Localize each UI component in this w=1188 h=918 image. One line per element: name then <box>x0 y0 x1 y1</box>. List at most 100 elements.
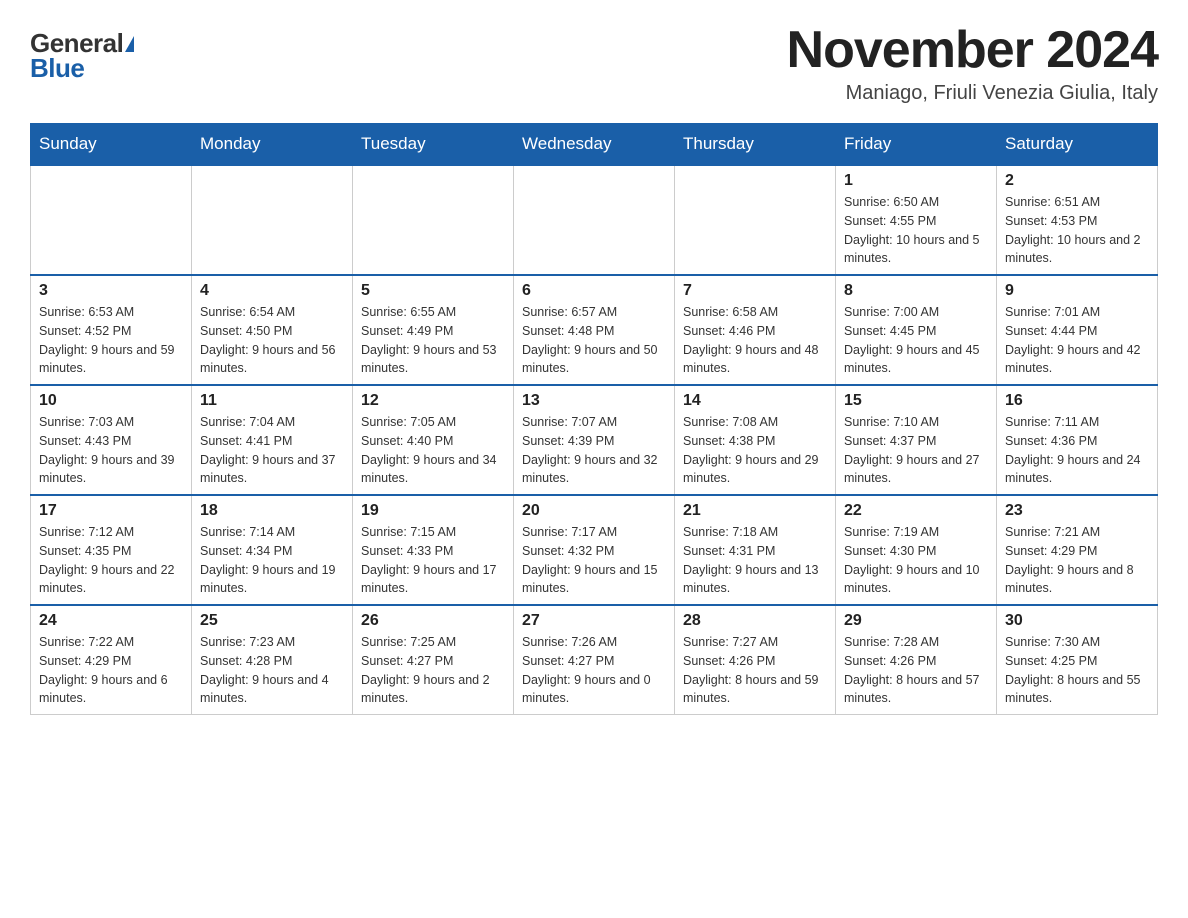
logo-triangle-icon <box>125 36 134 52</box>
day-cell <box>192 165 353 275</box>
day-cell: 18 Sunrise: 7:14 AM Sunset: 4:34 PM Dayli… <box>192 495 353 605</box>
day-number: 25 <box>200 612 344 630</box>
day-info: Sunrise: 6:58 AM Sunset: 4:46 PM Dayligh… <box>683 303 827 378</box>
day-cell: 30Sunrise: 7:30 AM Sunset: 4:25 PM Dayli… <box>997 605 1158 715</box>
day-number: 3 <box>39 282 183 300</box>
day-cell: 1 Sunrise: 6:50 AM Sunset: 4:55 PM Daylig… <box>836 165 997 275</box>
day-cell: 12Sunrise: 7:05 AM Sunset: 4:40 PM Dayli… <box>353 385 514 495</box>
day-info: Sunrise: 7:30 AM Sunset: 4:25 PM Dayligh… <box>1005 633 1149 708</box>
logo-blue-text: Blue <box>30 53 84 84</box>
day-number: 10 <box>39 392 183 410</box>
month-title: November 2024 <box>787 20 1158 80</box>
day-info: Sunrise: 7:12 AM Sunset: 4:35 PM Dayligh… <box>39 523 183 598</box>
day-cell: 26 Sunrise: 7:25 AM Sunset: 4:27 PM Dayli… <box>353 605 514 715</box>
day-info: Sunrise: 7:14 AM Sunset: 4:34 PM Dayligh… <box>200 523 344 598</box>
calendar-header: SundayMondayTuesdayWednesdayThursdayFrid… <box>31 124 1158 166</box>
day-number: 14 <box>683 392 827 410</box>
day-cell: 27 Sunrise: 7:26 AM Sunset: 4:27 PM Dayli… <box>514 605 675 715</box>
day-number: 22 <box>844 502 988 520</box>
day-number: 15 <box>844 392 988 410</box>
location-subtitle: Maniago, Friuli Venezia Giulia, Italy <box>787 82 1158 105</box>
day-cell: 7 Sunrise: 6:58 AM Sunset: 4:46 PM Daylig… <box>675 275 836 385</box>
column-header-sunday: Sunday <box>31 124 192 166</box>
week-row-5: 24 Sunrise: 7:22 AM Sunset: 4:29 PM Dayli… <box>31 605 1158 715</box>
day-cell: 24 Sunrise: 7:22 AM Sunset: 4:29 PM Dayli… <box>31 605 192 715</box>
day-info: Sunrise: 7:08 AM Sunset: 4:38 PM Dayligh… <box>683 413 827 488</box>
day-number: 6 <box>522 282 666 300</box>
day-cell <box>353 165 514 275</box>
week-row-3: 10 Sunrise: 7:03 AM Sunset: 4:43 PM Dayli… <box>31 385 1158 495</box>
day-number: 12 <box>361 392 505 410</box>
day-cell: 25Sunrise: 7:23 AM Sunset: 4:28 PM Dayli… <box>192 605 353 715</box>
day-number: 28 <box>683 612 827 630</box>
day-info: Sunrise: 7:03 AM Sunset: 4:43 PM Dayligh… <box>39 413 183 488</box>
day-number: 21 <box>683 502 827 520</box>
column-header-tuesday: Tuesday <box>353 124 514 166</box>
day-info: Sunrise: 7:04 AM Sunset: 4:41 PM Dayligh… <box>200 413 344 488</box>
day-number: 4 <box>200 282 344 300</box>
day-cell: 21 Sunrise: 7:18 AM Sunset: 4:31 PM Dayli… <box>675 495 836 605</box>
day-info: Sunrise: 6:51 AM Sunset: 4:53 PM Dayligh… <box>1005 193 1149 268</box>
day-number: 18 <box>200 502 344 520</box>
day-number: 1 <box>844 172 988 190</box>
day-number: 13 <box>522 392 666 410</box>
day-cell: 10 Sunrise: 7:03 AM Sunset: 4:43 PM Dayli… <box>31 385 192 495</box>
week-row-4: 17 Sunrise: 7:12 AM Sunset: 4:35 PM Dayli… <box>31 495 1158 605</box>
day-cell: 15 Sunrise: 7:10 AM Sunset: 4:37 PM Dayli… <box>836 385 997 495</box>
day-info: Sunrise: 6:57 AM Sunset: 4:48 PM Dayligh… <box>522 303 666 378</box>
day-info: Sunrise: 7:22 AM Sunset: 4:29 PM Dayligh… <box>39 633 183 708</box>
day-info: Sunrise: 6:50 AM Sunset: 4:55 PM Dayligh… <box>844 193 988 268</box>
day-cell: 8Sunrise: 7:00 AM Sunset: 4:45 PM Daylig… <box>836 275 997 385</box>
day-cell: 17 Sunrise: 7:12 AM Sunset: 4:35 PM Dayli… <box>31 495 192 605</box>
day-info: Sunrise: 7:27 AM Sunset: 4:26 PM Dayligh… <box>683 633 827 708</box>
day-number: 20 <box>522 502 666 520</box>
day-info: Sunrise: 6:55 AM Sunset: 4:49 PM Dayligh… <box>361 303 505 378</box>
week-row-2: 3 Sunrise: 6:53 AM Sunset: 4:52 PM Daylig… <box>31 275 1158 385</box>
day-info: Sunrise: 7:15 AM Sunset: 4:33 PM Dayligh… <box>361 523 505 598</box>
day-cell: 11Sunrise: 7:04 AM Sunset: 4:41 PM Dayli… <box>192 385 353 495</box>
column-header-thursday: Thursday <box>675 124 836 166</box>
day-cell: 3 Sunrise: 6:53 AM Sunset: 4:52 PM Daylig… <box>31 275 192 385</box>
day-cell <box>31 165 192 275</box>
day-number: 9 <box>1005 282 1149 300</box>
day-info: Sunrise: 7:21 AM Sunset: 4:29 PM Dayligh… <box>1005 523 1149 598</box>
column-header-saturday: Saturday <box>997 124 1158 166</box>
day-number: 5 <box>361 282 505 300</box>
day-number: 26 <box>361 612 505 630</box>
day-number: 27 <box>522 612 666 630</box>
calendar-body: 1 Sunrise: 6:50 AM Sunset: 4:55 PM Daylig… <box>31 165 1158 715</box>
day-info: Sunrise: 7:19 AM Sunset: 4:30 PM Dayligh… <box>844 523 988 598</box>
day-cell: 19 Sunrise: 7:15 AM Sunset: 4:33 PM Dayli… <box>353 495 514 605</box>
column-header-monday: Monday <box>192 124 353 166</box>
day-cell <box>675 165 836 275</box>
week-row-1: 1 Sunrise: 6:50 AM Sunset: 4:55 PM Daylig… <box>31 165 1158 275</box>
day-info: Sunrise: 7:10 AM Sunset: 4:37 PM Dayligh… <box>844 413 988 488</box>
day-cell: 23Sunrise: 7:21 AM Sunset: 4:29 PM Dayli… <box>997 495 1158 605</box>
day-info: Sunrise: 6:53 AM Sunset: 4:52 PM Dayligh… <box>39 303 183 378</box>
day-cell: 22 Sunrise: 7:19 AM Sunset: 4:30 PM Dayli… <box>836 495 997 605</box>
day-cell: 16Sunrise: 7:11 AM Sunset: 4:36 PM Dayli… <box>997 385 1158 495</box>
day-number: 17 <box>39 502 183 520</box>
day-number: 19 <box>361 502 505 520</box>
page-header: General Blue November 2024 Maniago, Friu… <box>30 20 1158 105</box>
day-number: 8 <box>844 282 988 300</box>
day-cell: 29Sunrise: 7:28 AM Sunset: 4:26 PM Dayli… <box>836 605 997 715</box>
day-number: 7 <box>683 282 827 300</box>
day-cell: 20 Sunrise: 7:17 AM Sunset: 4:32 PM Dayli… <box>514 495 675 605</box>
day-info: Sunrise: 7:18 AM Sunset: 4:31 PM Dayligh… <box>683 523 827 598</box>
day-cell <box>514 165 675 275</box>
day-info: Sunrise: 7:17 AM Sunset: 4:32 PM Dayligh… <box>522 523 666 598</box>
day-info: Sunrise: 7:26 AM Sunset: 4:27 PM Dayligh… <box>522 633 666 708</box>
day-number: 2 <box>1005 172 1149 190</box>
title-section: November 2024 Maniago, Friuli Venezia Gi… <box>787 20 1158 105</box>
column-header-friday: Friday <box>836 124 997 166</box>
day-info: Sunrise: 7:28 AM Sunset: 4:26 PM Dayligh… <box>844 633 988 708</box>
day-info: Sunrise: 7:25 AM Sunset: 4:27 PM Dayligh… <box>361 633 505 708</box>
day-number: 16 <box>1005 392 1149 410</box>
day-cell: 28 Sunrise: 7:27 AM Sunset: 4:26 PM Dayli… <box>675 605 836 715</box>
column-header-wednesday: Wednesday <box>514 124 675 166</box>
day-cell: 9 Sunrise: 7:01 AM Sunset: 4:44 PM Daylig… <box>997 275 1158 385</box>
day-info: Sunrise: 6:54 AM Sunset: 4:50 PM Dayligh… <box>200 303 344 378</box>
day-info: Sunrise: 7:01 AM Sunset: 4:44 PM Dayligh… <box>1005 303 1149 378</box>
day-number: 24 <box>39 612 183 630</box>
